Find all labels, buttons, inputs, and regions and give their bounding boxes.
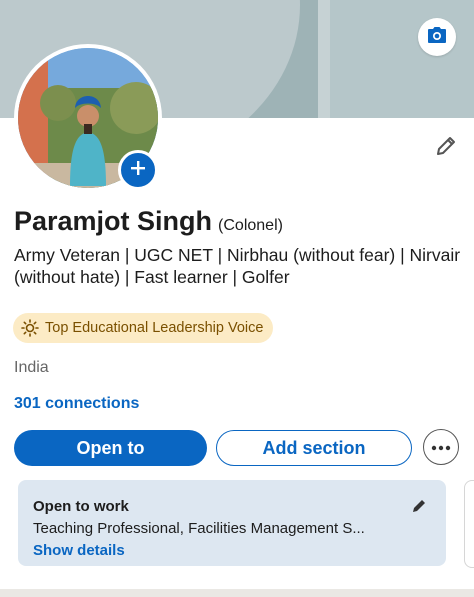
profile-name: Paramjot Singh xyxy=(14,206,213,236)
edit-cover-button[interactable] xyxy=(418,18,456,56)
name-row: Paramjot Singh (Colonel) xyxy=(14,206,283,237)
connections-link[interactable]: 301 connections xyxy=(14,395,139,413)
card-roles: Teaching Professional, Facilities Manage… xyxy=(33,520,365,537)
add-section-button[interactable]: Add section xyxy=(216,430,412,466)
sun-icon xyxy=(21,319,39,337)
card-title: Open to work xyxy=(33,498,129,515)
top-voice-badge[interactable]: Top Educational Leadership Voice xyxy=(13,313,274,343)
edit-open-to-work-button[interactable] xyxy=(408,497,430,519)
pencil-icon xyxy=(434,134,458,163)
open-to-button[interactable]: Open to xyxy=(14,430,207,466)
open-to-work-card[interactable]: Open to work Teaching Professional, Faci… xyxy=(18,480,446,566)
section-divider xyxy=(0,589,474,597)
plus-icon xyxy=(130,160,146,181)
more-horizontal-icon xyxy=(431,438,451,456)
camera-icon xyxy=(427,26,447,49)
badge-label: Top Educational Leadership Voice xyxy=(45,320,264,336)
more-button[interactable] xyxy=(423,429,459,465)
profile-location: India xyxy=(14,359,49,376)
show-details-link[interactable]: Show details xyxy=(33,542,125,559)
pencil-icon xyxy=(410,497,428,520)
next-card-peek[interactable] xyxy=(464,480,474,568)
edit-intro-button[interactable] xyxy=(432,134,460,162)
add-photo-button[interactable] xyxy=(118,150,158,190)
cover-stripe xyxy=(318,0,330,118)
profile-headline: Army Veteran | UGC NET | Nirbhau (withou… xyxy=(14,245,461,287)
cover-panel xyxy=(330,0,474,118)
name-suffix: (Colonel) xyxy=(218,217,283,234)
